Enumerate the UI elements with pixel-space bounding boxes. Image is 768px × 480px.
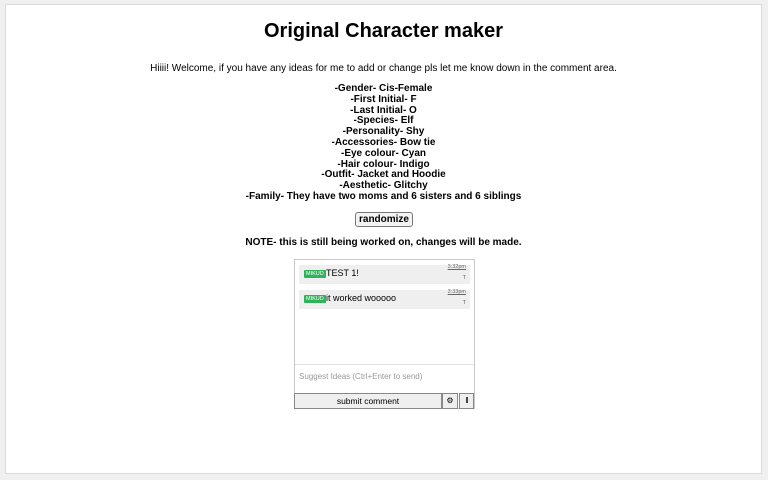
comment-input[interactable]	[295, 365, 474, 387]
trait-first-initial: -First Initial- F	[350, 93, 417, 105]
trait-eye-colour: -Eye colour- Cyan	[340, 147, 427, 159]
comment-text: it worked wooooo	[326, 293, 397, 303]
comment-flag[interactable]: T	[463, 275, 466, 281]
gear-icon: ⚙	[446, 396, 454, 405]
comment-timestamp[interactable]: 3:32pm	[448, 264, 466, 270]
comment-list[interactable]: MIKUD TEST 1! 3:32pm T MIKUD it worked w…	[295, 260, 474, 364]
character-traits: -Gender- Cis-Female -First Initial- F -L…	[6, 83, 761, 203]
bar-icon	[465, 397, 468, 403]
welcome-text: Hiiii! Welcome, if you have any ideas fo…	[150, 63, 617, 74]
note-text: NOTE- this is still being worked on, cha…	[245, 237, 522, 248]
comment-flag[interactable]: T	[463, 300, 466, 306]
comment-item: MIKUD it worked wooooo 3:33pm T	[299, 289, 470, 309]
submit-comment-button[interactable]: submit comment	[294, 393, 442, 409]
page-container: Original Character maker Hiiii! Welcome,…	[5, 4, 762, 474]
settings-button[interactable]: ⚙	[442, 393, 458, 409]
extra-options-button[interactable]	[459, 393, 474, 409]
comment-text: TEST 1!	[326, 268, 359, 278]
comment-item: MIKUD TEST 1! 3:32pm T	[299, 264, 470, 284]
user-badge: MIKUD	[304, 270, 326, 278]
randomize-button[interactable]: randomize	[355, 212, 413, 227]
comment-box: MIKUD TEST 1! 3:32pm T MIKUD it worked w…	[294, 259, 475, 409]
comment-input-area	[295, 364, 474, 389]
user-badge: MIKUD	[304, 295, 326, 303]
page-title: Original Character maker	[264, 20, 503, 42]
trait-family: -Family- They have two moms and 6 sister…	[245, 190, 522, 202]
comment-timestamp[interactable]: 3:33pm	[448, 289, 466, 295]
